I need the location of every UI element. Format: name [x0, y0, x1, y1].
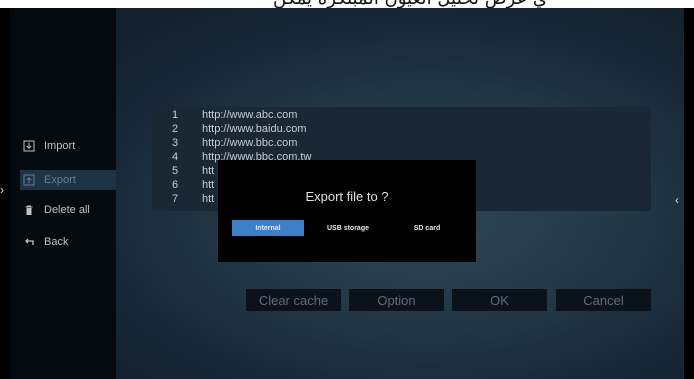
cancel-button[interactable]: Cancel	[556, 289, 651, 311]
sidebar-item-label: Export	[44, 174, 76, 186]
clear-cache-button[interactable]: Clear cache	[246, 289, 341, 311]
sidebar-item-back[interactable]: Back	[22, 232, 118, 252]
sidebar-item-export[interactable]: Export	[20, 170, 120, 190]
row-number: 7	[172, 193, 179, 205]
chevron-right-icon: ›	[0, 183, 4, 197]
row-url: http://www.abc.com	[202, 109, 298, 121]
list-item[interactable]: 3 http://www.bbc.com	[152, 137, 651, 149]
list-item[interactable]: 1 http://www.abc.com	[152, 109, 651, 121]
ok-button[interactable]: OK	[452, 289, 547, 311]
export-dialog: Export file to ? Internal USB storage SD…	[218, 160, 476, 262]
import-icon	[22, 139, 36, 153]
sidebar-item-import[interactable]: Import	[22, 136, 118, 156]
list-item[interactable]: 2 http://www.baidu.com	[152, 123, 651, 135]
sidebar-item-label: Back	[44, 236, 69, 248]
app-stage: Import Export Delete all Back › 1 http:/…	[0, 8, 694, 379]
option-button[interactable]: Option	[349, 289, 444, 311]
row-url: htt	[202, 165, 215, 177]
row-url: http://www.baidu.com	[202, 123, 307, 135]
row-number: 3	[172, 137, 179, 149]
sidebar-item-label: Delete all	[44, 204, 90, 216]
row-number: 5	[172, 165, 179, 177]
top-overlay-text: ي عرض تحليل العيون المبتكرة يمكن	[150, 0, 670, 8]
option-usb-storage[interactable]: USB storage	[318, 220, 378, 236]
top-overlay-strip: ي عرض تحليل العيون المبتكرة يمكن	[0, 0, 694, 8]
sidebar-item-delete-all[interactable]: Delete all	[22, 200, 118, 220]
row-number: 1	[172, 109, 179, 121]
option-internal[interactable]: Internal	[232, 220, 304, 236]
sidebar-item-label: Import	[44, 140, 76, 152]
dialog-title: Export file to ?	[305, 189, 389, 204]
chevron-left-icon: ‹	[675, 193, 679, 207]
sidebar: Import Export Delete all Back	[10, 8, 120, 379]
option-sd-card[interactable]: SD card	[406, 220, 448, 236]
row-number: 2	[172, 123, 179, 135]
row-url: htt	[202, 179, 215, 191]
back-icon	[22, 235, 36, 249]
row-number: 4	[172, 151, 179, 163]
trash-icon	[22, 203, 36, 217]
row-url: http://www.bbc.com	[202, 137, 298, 149]
export-icon	[22, 173, 36, 187]
right-border	[684, 8, 694, 379]
row-number: 6	[172, 179, 179, 191]
row-url: htt	[202, 193, 215, 205]
